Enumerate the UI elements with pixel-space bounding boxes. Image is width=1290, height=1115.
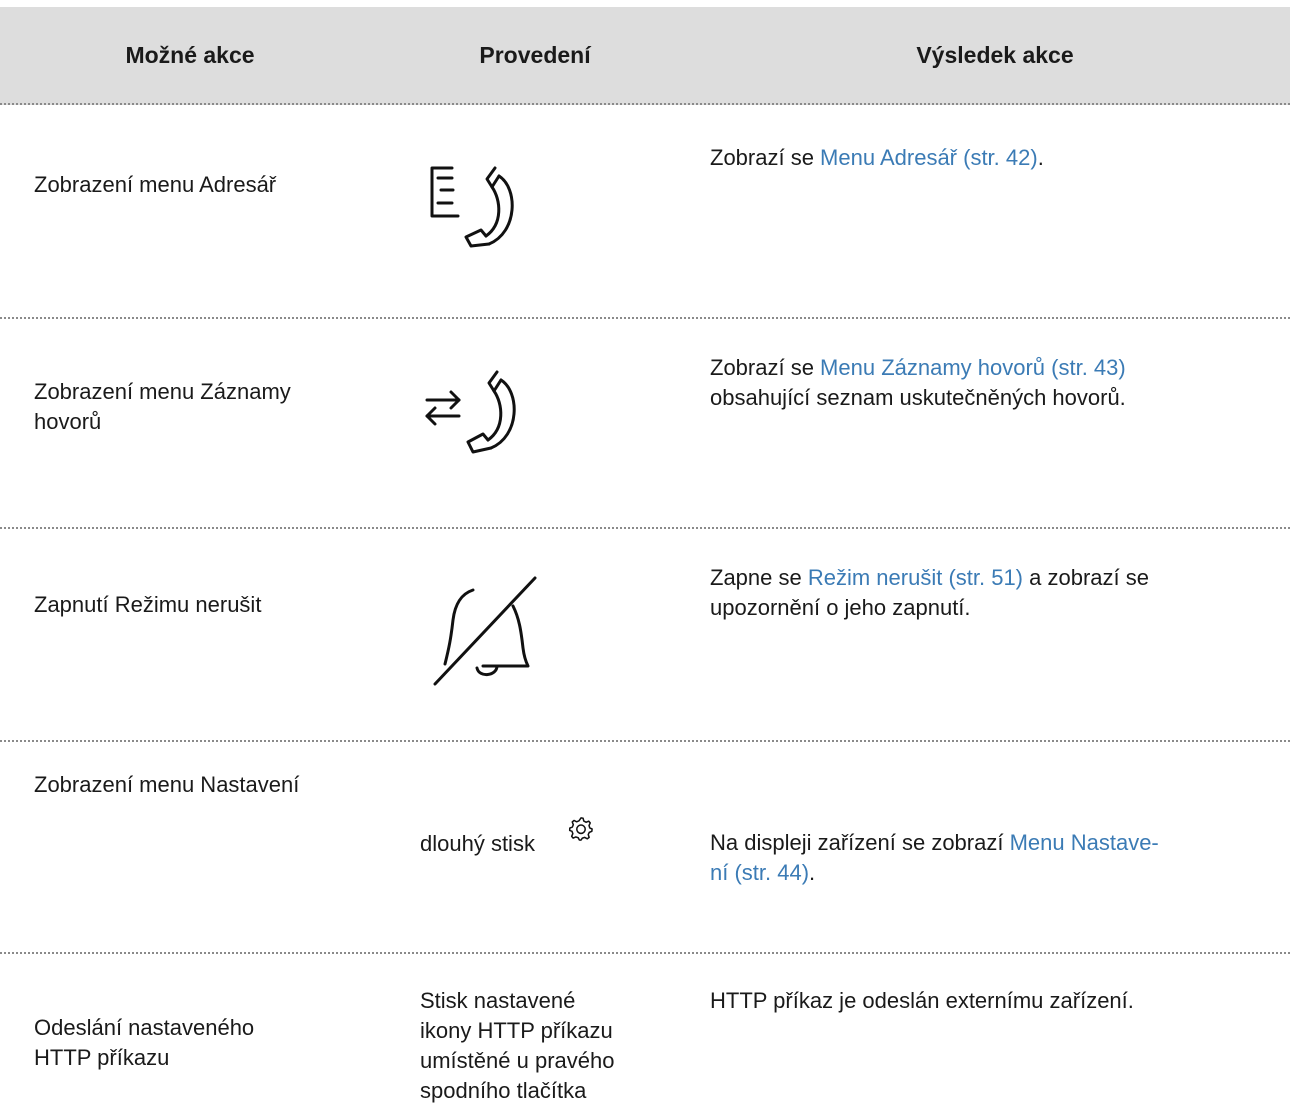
row-1-result-suffix: .: [1037, 145, 1044, 170]
row-5-result: HTTP příkaz je odeslán externímu zařízen…: [710, 988, 1134, 1013]
link-menu-adresar[interactable]: Menu Adresář (str. 42): [820, 145, 1038, 170]
row-5-execution-line-1: Stisk nastavené: [420, 988, 576, 1013]
header-execution: Provedení: [479, 42, 591, 68]
row-divider: [0, 952, 1290, 954]
link-menu-nastaveni[interactable]: Menu Nastave-: [1010, 830, 1159, 855]
row-3-result-line-2: upozornění o jeho zapnutí.: [710, 595, 971, 620]
row-divider: [0, 317, 1290, 319]
gear-icon: [567, 815, 595, 843]
row-5-action: Odeslání nastaveného HTTP příkazu: [34, 1013, 254, 1073]
call-log-icon: [422, 360, 542, 475]
row-2-result-line-2: obsahující seznam uskutečněných hovorů.: [710, 385, 1126, 410]
row-1-result-prefix: Zobrazí se: [710, 145, 821, 170]
row-4-result-line-1: Na displeji zařízení se zobrazí: [710, 830, 1010, 855]
row-divider: [0, 527, 1290, 529]
row-2-action-line-1: Zobrazení menu Záznamy: [34, 379, 291, 404]
row-2-result-prefix: Zobrazí se: [710, 355, 821, 380]
row-5-execution-line-3: umístěné u pravého: [420, 1048, 615, 1073]
row-2-action-line-2: hovorů: [34, 409, 102, 434]
row-3-result: Zapne se Režim nerušit (str. 51) a zobra…: [710, 563, 1149, 623]
row-4-action: Zobrazení menu Nastavení: [34, 772, 300, 797]
header-actions: Možné akce: [125, 42, 255, 68]
row-4-execution: dlouhý stisk: [420, 829, 535, 859]
table-header: Možné akce Provedení Výsledek akce: [0, 7, 1290, 105]
row-divider: [0, 740, 1290, 742]
phonebook-icon: [428, 160, 538, 260]
row-1-result: Zobrazí se Menu Adresář (str. 42).: [710, 143, 1044, 173]
row-3-result-suffix: a zobrazí se: [1023, 565, 1149, 590]
row-5-execution-line-2: ikony HTTP příkazu: [420, 1018, 613, 1043]
link-menu-nastaveni-cont[interactable]: ní (str. 44): [710, 860, 809, 885]
link-menu-zaznamy-hovoru[interactable]: Menu Záznamy hovorů (str. 43): [820, 355, 1126, 380]
row-4-result-suffix: .: [809, 860, 816, 885]
row-5-action-line-2: HTTP příkazu: [34, 1045, 170, 1070]
row-4-result: Na displeji zařízení se zobrazí Menu Nas…: [710, 828, 1159, 888]
row-2-action: Zobrazení menu Záznamy hovorů: [34, 377, 291, 437]
row-1-action: Zobrazení menu Adresář: [34, 172, 277, 197]
row-2-result: Zobrazí se Menu Záznamy hovorů (str. 43)…: [710, 353, 1126, 413]
actions-table: Možné akce Provedení Výsledek akce Zobra…: [0, 0, 1290, 1115]
row-3-action: Zapnutí Režimu nerušit: [34, 592, 262, 617]
row-4-execution-text: dlouhý stisk: [420, 831, 535, 856]
row-5-execution-line-4: spodního tlačítka: [420, 1078, 587, 1103]
row-5-execution: Stisk nastavené ikony HTTP příkazu umíst…: [420, 986, 614, 1106]
bell-off-icon: [425, 572, 545, 692]
link-rezim-nerusit[interactable]: Režim nerušit (str. 51): [808, 565, 1023, 590]
row-3-result-prefix: Zapne se: [710, 565, 808, 590]
header-result: Výsledek akce: [916, 42, 1074, 68]
row-5-action-line-1: Odeslání nastaveného: [34, 1015, 255, 1040]
